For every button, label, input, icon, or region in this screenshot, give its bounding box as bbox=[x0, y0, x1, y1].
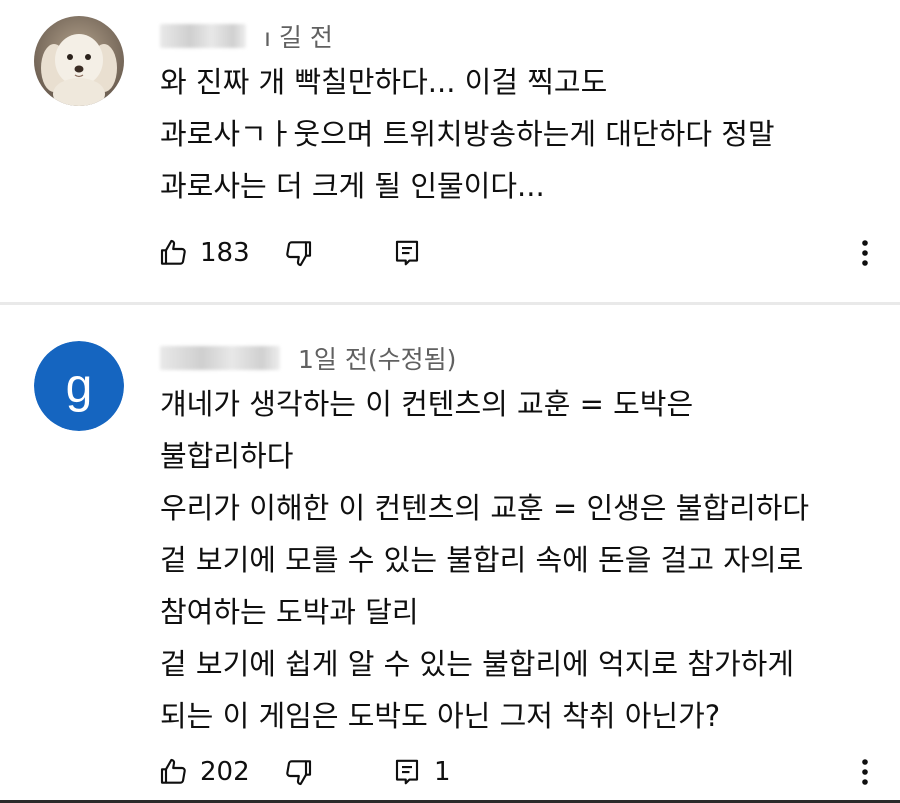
more-vertical-icon bbox=[861, 758, 869, 786]
comment-line: 우리가 이해한 이 컨텐츠의 교훈 = 인생은 불합리하다 bbox=[160, 491, 810, 525]
comment-line: 불합리하다 bbox=[160, 439, 294, 473]
comment-actions: 202 1 bbox=[158, 750, 878, 794]
comment-text: 걔네가 생각하는 이 컨텐츠의 교훈 = 도박은 불합리하다 우리가 이해한 이… bbox=[160, 378, 880, 742]
comment-line: 참여하는 도박과 달리 bbox=[160, 595, 419, 629]
comment-line: 되는 이 게임은 도박도 아닌 그저 착취 아닌가? bbox=[160, 699, 721, 733]
author-name-redacted[interactable] bbox=[160, 346, 280, 370]
more-options-button[interactable] bbox=[850, 750, 880, 794]
comment-meta: 1일 전(수정됨) bbox=[160, 340, 456, 376]
thumbs-up-icon bbox=[158, 756, 190, 788]
comment-line: 겉 보기에 쉽게 알 수 있는 불합리에 억지로 참가하게 bbox=[160, 647, 795, 681]
comment-item: g 1일 전(수정됨) 걔네가 생각하는 이 컨텐츠의 교훈 = 도박은 불합리… bbox=[0, 0, 900, 803]
reply-button[interactable]: 1 bbox=[392, 750, 451, 794]
reply-icon bbox=[392, 757, 422, 787]
like-count: 202 bbox=[200, 757, 250, 787]
like-button[interactable]: 202 bbox=[158, 750, 250, 794]
comment-line: 겉 보기에 모를 수 있는 불합리 속에 돈을 걸고 자의로 bbox=[160, 543, 804, 577]
comment-timestamp: 1일 전(수정됨) bbox=[298, 345, 457, 374]
avatar-letter: g bbox=[34, 341, 124, 431]
reply-count: 1 bbox=[434, 757, 451, 787]
thumbs-down-icon bbox=[282, 756, 314, 788]
dislike-button[interactable] bbox=[282, 750, 314, 794]
comment-line: 걔네가 생각하는 이 컨텐츠의 교훈 = 도박은 bbox=[160, 387, 694, 421]
avatar[interactable]: g bbox=[34, 341, 124, 431]
